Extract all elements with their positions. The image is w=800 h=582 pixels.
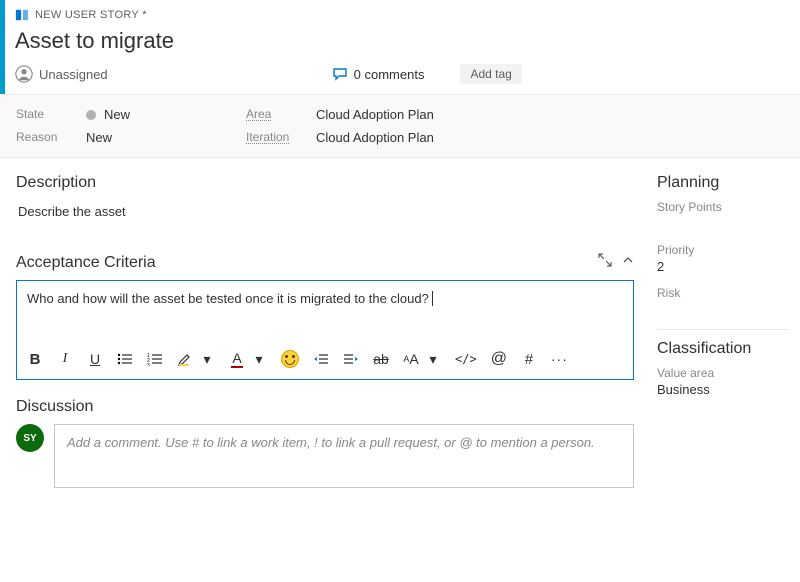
reason-picker[interactable]: New <box>86 130 236 145</box>
font-color-button[interactable]: A <box>229 349 245 369</box>
discussion-heading: Discussion <box>16 398 634 416</box>
discussion-comment-input[interactable]: Add a comment. Use # to link a work item… <box>54 424 634 488</box>
assignee-label: Unassigned <box>39 67 108 82</box>
emoji-button[interactable] <box>281 349 299 369</box>
priority-field[interactable]: 2 <box>657 259 790 274</box>
area-label: Area <box>246 107 306 122</box>
add-tag-button[interactable]: Add tag <box>460 64 521 84</box>
comment-icon <box>332 66 348 82</box>
svg-text:3: 3 <box>147 363 150 366</box>
description-editor[interactable]: Describe the asset <box>16 200 634 243</box>
collapse-icon[interactable] <box>622 253 634 272</box>
state-picker[interactable]: New <box>86 107 236 122</box>
hash-button[interactable]: # <box>521 349 537 369</box>
acceptance-criteria-editor[interactable]: Who and how will the asset be tested onc… <box>16 280 634 380</box>
numbered-list-button[interactable]: 123 <box>147 349 163 369</box>
person-icon <box>15 65 33 83</box>
italic-button[interactable]: I <box>57 349 73 369</box>
work-item-type-label: NEW USER STORY * <box>35 9 147 21</box>
area-picker[interactable]: Cloud Adoption Plan <box>316 107 784 122</box>
mention-button[interactable]: @ <box>491 349 507 369</box>
priority-label: Priority <box>657 243 790 257</box>
user-story-icon <box>15 8 29 22</box>
text-size-chevron-icon[interactable]: ▾ <box>425 349 441 369</box>
strikethrough-button[interactable]: ab <box>373 349 389 369</box>
more-button[interactable]: ··· <box>551 349 568 369</box>
acceptance-heading: Acceptance Criteria <box>16 254 156 272</box>
iteration-picker[interactable]: Cloud Adoption Plan <box>316 130 784 145</box>
story-points-field[interactable] <box>657 216 790 231</box>
fullscreen-icon[interactable] <box>598 253 612 272</box>
bullet-list-button[interactable] <box>117 349 133 369</box>
value-area-label: Value area <box>657 366 790 380</box>
font-color-chevron-icon[interactable]: ▾ <box>251 349 267 369</box>
classification-heading: Classification <box>657 340 790 358</box>
divider <box>657 329 790 330</box>
bold-button[interactable]: B <box>27 349 43 369</box>
risk-field[interactable] <box>657 302 790 317</box>
avatar: SY <box>16 424 44 452</box>
value-area-field[interactable]: Business <box>657 382 790 397</box>
outdent-button[interactable] <box>313 349 329 369</box>
code-button[interactable]: </> <box>455 349 477 369</box>
state-dot-icon <box>86 110 96 120</box>
risk-label: Risk <box>657 286 790 300</box>
story-points-label: Story Points <box>657 200 790 214</box>
comments-link[interactable]: 0 comments <box>332 66 437 82</box>
text-size-button[interactable]: AA <box>403 349 419 369</box>
iteration-label: Iteration <box>246 130 306 145</box>
reason-label: Reason <box>16 130 76 145</box>
assignee-picker[interactable]: Unassigned <box>15 65 108 83</box>
work-item-title[interactable]: Asset to migrate <box>15 28 784 54</box>
highlight-button[interactable] <box>177 349 193 369</box>
state-label: State <box>16 107 76 122</box>
smiley-icon <box>281 350 299 368</box>
comments-count: 0 comments <box>354 67 425 82</box>
indent-button[interactable] <box>343 349 359 369</box>
underline-button[interactable]: U <box>87 349 103 369</box>
planning-heading: Planning <box>657 174 790 192</box>
acceptance-content: Who and how will the asset be tested onc… <box>27 291 429 306</box>
description-heading: Description <box>16 174 634 192</box>
highlight-chevron-icon[interactable]: ▾ <box>199 349 215 369</box>
state-value: New <box>104 107 130 122</box>
editor-toolbar: B I U 123 ▾ A ▾ ab AA ▾ </> @ # ··· <box>17 343 633 379</box>
